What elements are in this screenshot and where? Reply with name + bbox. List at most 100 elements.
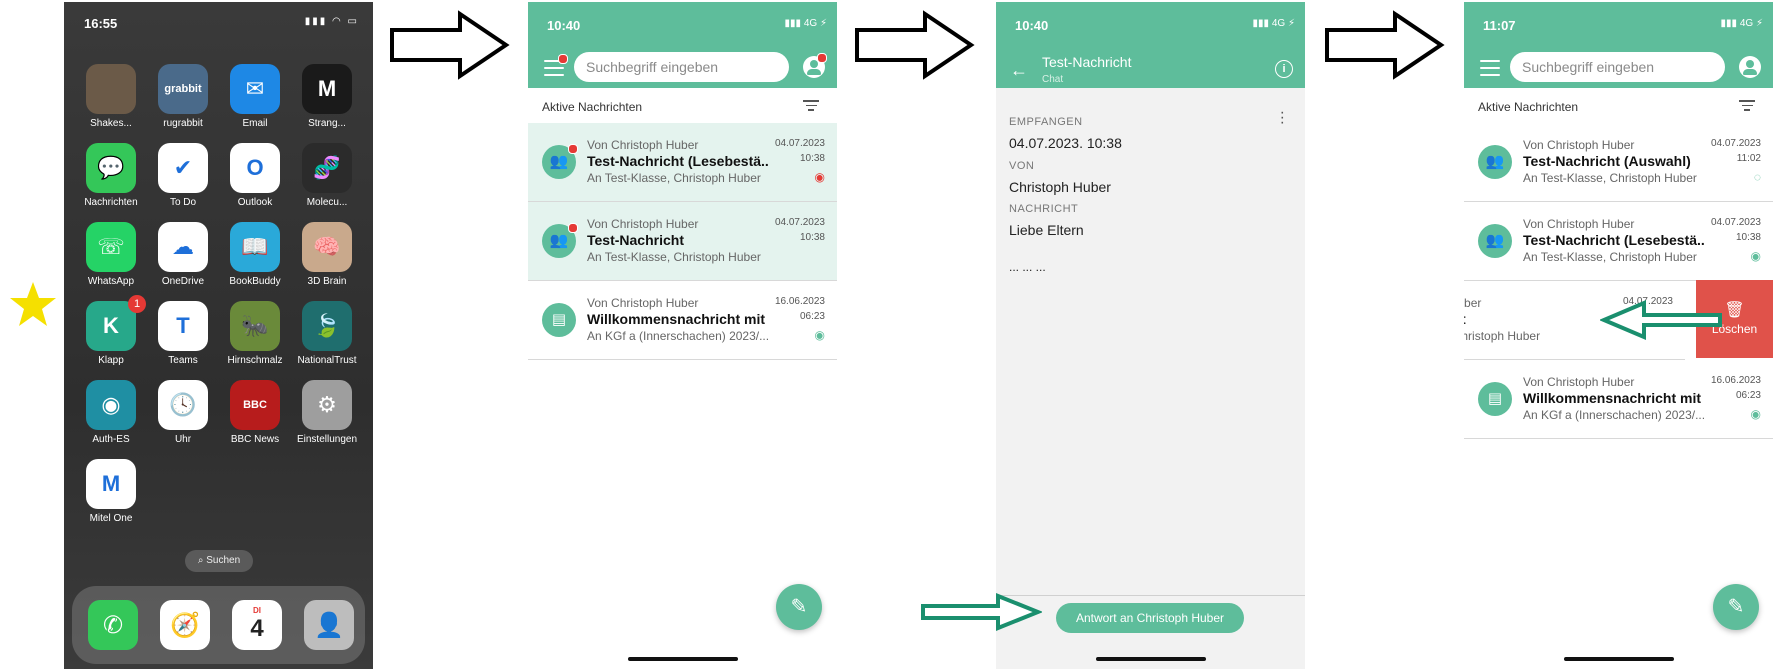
app-icon-9[interactable]: ☁ OneDrive <box>152 222 214 287</box>
app-icon-11[interactable]: 🧠 3D Brain <box>296 222 358 287</box>
menu-icon[interactable] <box>544 54 568 76</box>
app-icon-20[interactable]: M Mitel One <box>80 459 142 524</box>
profile-icon[interactable] <box>803 53 827 78</box>
app-header: 10:40 ▮▮▮ 4G ⚡ Suchbegriff eingeben <box>528 2 837 88</box>
app-icon-6[interactable]: O Outlook <box>224 143 286 208</box>
app-icon-3[interactable]: M Strang... <box>296 64 358 129</box>
message-row[interactable]: 👥 Von Christoph Huber Test-Nachricht (Lese… <box>1464 202 1773 281</box>
app-label: Outlook <box>237 197 273 208</box>
app-icon-18[interactable]: BBC BBC News <box>224 380 286 445</box>
dock-phone-icon[interactable]: ✆ <box>82 600 144 650</box>
filter-icon[interactable] <box>1739 100 1755 112</box>
app-glyph-icon: ✔ <box>158 143 208 193</box>
info-icon[interactable]: i <box>1275 60 1293 78</box>
app-icon-7[interactable]: 🧬 Molecu... <box>296 143 358 208</box>
app-label: BBC News <box>230 434 280 445</box>
message-subject: Willkommensnachricht mit ... <box>1523 390 1705 406</box>
app-icon-8[interactable]: ☏ WhatsApp <box>80 222 142 287</box>
app-icon-2[interactable]: ✉ Email <box>224 64 286 129</box>
message-ellipsis: ... ... ... <box>1009 260 1046 274</box>
status-signal: ▮▮▮ 4G ⚡ <box>1720 18 1763 29</box>
message-row[interactable]: ▤ Von Christoph Huber Willkommensnachricht… <box>1464 360 1773 439</box>
app-icon-13[interactable]: T Teams <box>152 301 214 366</box>
section-header: Aktive Nachrichten <box>528 88 837 122</box>
dock-safari-icon[interactable]: 🧭 <box>154 600 216 650</box>
app-icon-1[interactable]: grabbit rugrabbit <box>152 64 214 129</box>
dock-calendar-icon[interactable]: DI 4 <box>226 600 288 650</box>
app-icon-19[interactable]: ⚙ Einstellungen <box>296 380 358 445</box>
app-icon-15[interactable]: 🍃 NationalTrust <box>296 301 358 366</box>
status-time: 11:07 <box>1483 18 1516 33</box>
app-icon-10[interactable]: 📖 BookBuddy <box>224 222 286 287</box>
filter-icon[interactable] <box>803 100 819 112</box>
message-time: 10:38 <box>1735 232 1761 243</box>
app-glyph-icon: 🐜 <box>230 301 280 351</box>
compose-button[interactable]: ✎ <box>776 584 822 630</box>
app-icon-16[interactable]: ◉ Auth-ES <box>80 380 142 445</box>
from-label: VON <box>1009 160 1035 172</box>
app-glyph-icon: ◉ <box>86 380 136 430</box>
status-icons: ▮▮▮ ◠ ▭ <box>304 16 359 27</box>
app-glyph-icon: 🍃 <box>302 301 352 351</box>
message-row[interactable]: 👥 Von Christoph Huber Test-Nachricht (Lese… <box>528 123 837 202</box>
status-time: 10:40 <box>547 18 581 33</box>
status-signal: ▮▮▮ 4G ⚡ <box>784 18 827 29</box>
message-subject: Test-Nachricht <box>587 232 684 248</box>
message-date: 16.06.2023 <box>1710 375 1761 386</box>
status-time: 16:55 <box>84 16 118 31</box>
search-input[interactable]: Suchbegriff eingeben <box>574 52 789 82</box>
app-label: rugrabbit <box>163 118 203 129</box>
app-label: Hirnschmalz <box>227 355 283 366</box>
app-glyph-icon: ✆ <box>88 600 138 650</box>
message-sender: Von Christoph Huber <box>587 138 699 152</box>
app-icon-17[interactable]: 🕓 Uhr <box>152 380 214 445</box>
message-time: 10:38 <box>799 153 825 164</box>
app-icon-4[interactable]: 💬 Nachrichten <box>80 143 142 208</box>
app-icon-12[interactable]: K 1 Klapp <box>80 295 146 366</box>
message-recipients: An KGf a (Innerschachen) 2023/... <box>1523 408 1705 422</box>
annotation-arrow-icon <box>1600 299 1722 341</box>
more-options-icon[interactable]: · · · <box>1280 105 1285 131</box>
dock-contacts-icon[interactable]: 👤 <box>298 600 360 650</box>
app-label: Auth-ES <box>92 434 130 445</box>
message-row[interactable]: 👥 Von Christoph Huber Test-Nachricht (Ausw… <box>1464 123 1773 202</box>
app-glyph-icon: T <box>158 301 208 351</box>
app-glyph-icon: 🧬 <box>302 143 352 193</box>
received-label: EMPFANGEN <box>1009 116 1083 128</box>
status-signal: ▮▮▮ 4G ⚡ <box>1252 18 1295 29</box>
profile-icon[interactable] <box>1739 56 1761 78</box>
app-glyph-icon: 🧠 <box>302 222 352 272</box>
app-icon-14[interactable]: 🐜 Hirnschmalz <box>224 301 286 366</box>
app-icon-0[interactable]: Shakes... <box>80 64 142 129</box>
read-status-icon: ◉ <box>1750 407 1761 421</box>
message-row[interactable]: ▤ Von Christoph Huber Willkommensnachricht… <box>528 281 837 360</box>
message-subject: Test-Nachricht (Auswahl) <box>1523 153 1691 169</box>
read-status-icon: ◉ <box>814 328 825 342</box>
app-icon-5[interactable]: ✔ To Do <box>152 143 214 208</box>
search-input[interactable]: Suchbegriff eingeben <box>1510 52 1725 82</box>
compose-button[interactable]: ✎ <box>1713 584 1759 630</box>
screen-message-detail: 10:40 ▮▮▮ 4G ⚡ ← Test-Nachricht Chat i ·… <box>996 2 1305 669</box>
app-label: Klapp <box>98 355 124 366</box>
app-label: Mitel One <box>89 513 133 524</box>
group-icon: 👥 <box>542 144 578 179</box>
menu-icon[interactable] <box>1480 60 1500 76</box>
app-label: Einstellungen <box>296 434 358 445</box>
app-label: Nachrichten <box>84 197 138 208</box>
app-glyph-icon: ✉ <box>230 64 280 114</box>
app-label: 3D Brain <box>307 276 347 287</box>
app-glyph-icon: BBC <box>230 380 280 430</box>
back-arrow-icon[interactable]: ← <box>1010 60 1028 81</box>
reply-button[interactable]: Antwort an Christoph Huber <box>1056 603 1244 633</box>
app-glyph-icon: DI 4 <box>232 600 282 650</box>
spotlight-search-pill[interactable]: ⌕ Suchen <box>185 550 253 572</box>
app-glyph-icon: ⚙ <box>302 380 352 430</box>
divider <box>996 595 1305 596</box>
pencil-icon: ✎ <box>790 596 808 618</box>
app-glyph-icon: 📖 <box>230 222 280 272</box>
message-row[interactable]: 👥 Von Christoph Huber Test-Nachricht An Tes… <box>528 202 837 281</box>
app-glyph-icon: ☁ <box>158 222 208 272</box>
message-time: 11:02 <box>1736 153 1761 164</box>
message-body: Liebe Eltern <box>1009 222 1084 238</box>
message-sender: Von Christoph Huber <box>587 296 699 310</box>
